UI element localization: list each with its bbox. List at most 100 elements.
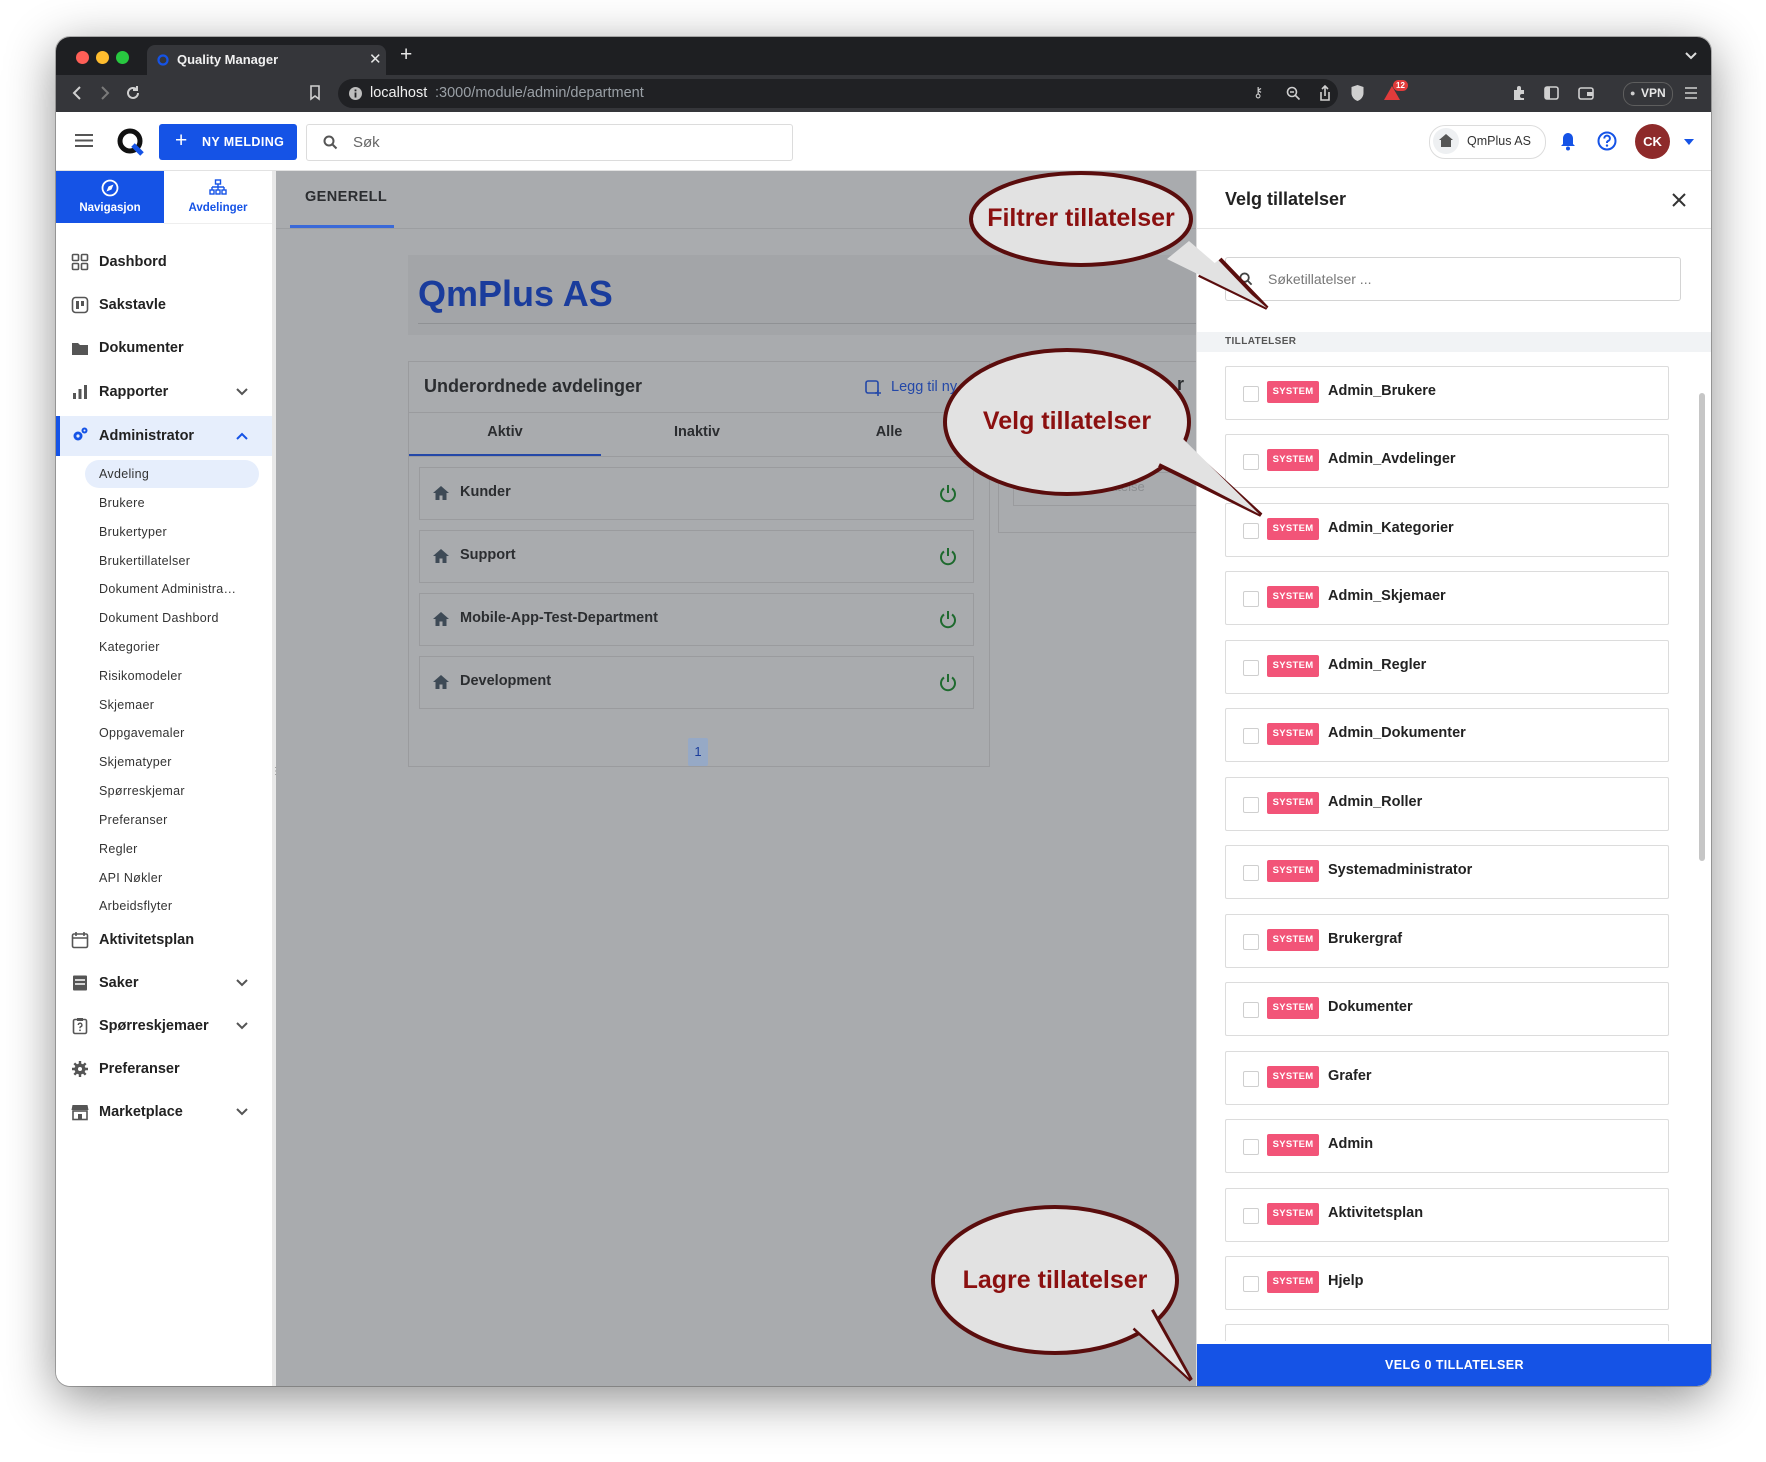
permission-item[interactable]: SYSTEM Admin_Kategorier: [1225, 503, 1669, 557]
sidebar-toggle-icon[interactable]: [1544, 86, 1559, 100]
back-icon[interactable]: [72, 86, 82, 100]
permission-list-scrollbar[interactable]: [1699, 393, 1705, 861]
sidebar-item-saker[interactable]: Saker: [56, 964, 272, 1002]
permission-checkbox[interactable]: [1243, 865, 1259, 881]
site-info-icon[interactable]: [348, 86, 363, 101]
sidebar-sub-item[interactable]: Dokument Administra…: [99, 582, 236, 596]
wallet-icon[interactable]: [1578, 86, 1594, 100]
extensions-icon[interactable]: [1511, 85, 1527, 101]
bookmark-icon[interactable]: [309, 85, 321, 101]
permission-checkbox[interactable]: [1243, 934, 1259, 950]
permission-checkbox[interactable]: [1243, 660, 1259, 676]
tab-list-chevron-icon[interactable]: [1685, 52, 1697, 60]
help-icon[interactable]: [1597, 131, 1617, 151]
sidebar-sub-item[interactable]: Skjemaer: [99, 698, 154, 712]
bell-icon[interactable]: [1560, 132, 1576, 151]
sidebar-item-preferanser[interactable]: Preferanser: [56, 1050, 272, 1088]
department-row[interactable]: Development: [419, 656, 974, 709]
account-dropdown-icon[interactable]: [1684, 139, 1694, 145]
permission-list[interactable]: SYSTEM Admin_Brukere SYSTEM Admin_Avdeling…: [1197, 356, 1711, 1341]
permission-checkbox[interactable]: [1243, 1139, 1259, 1155]
permission-item[interactable]: SYSTEM Brukergraf: [1225, 914, 1669, 968]
permission-item[interactable]: SYSTEM Admin_Avdelinger: [1225, 434, 1669, 488]
chevron-down-icon[interactable]: [236, 1108, 248, 1116]
permission-checkbox[interactable]: [1243, 1002, 1259, 1018]
filter-tab-inaktiv[interactable]: Inaktiv: [601, 424, 793, 440]
sidebar-sub-item[interactable]: Preferanser: [99, 813, 168, 827]
permission-item[interactable]: SYSTEM Hjelp: [1225, 1256, 1669, 1310]
filter-tab-aktiv[interactable]: Aktiv: [409, 424, 601, 440]
sidebar-item-rapporter[interactable]: Rapporter: [56, 373, 272, 411]
permission-checkbox[interactable]: [1243, 1071, 1259, 1087]
sidebar-sub-item[interactable]: Kategorier: [99, 640, 160, 654]
permission-item-partial[interactable]: [1225, 1324, 1669, 1341]
power-icon[interactable]: [939, 547, 957, 566]
sidebar-sub-item[interactable]: Skjematyper: [99, 755, 172, 769]
key-icon[interactable]: ⚷: [1253, 84, 1263, 101]
sidebar-sub-item[interactable]: Brukere: [99, 496, 145, 510]
department-row[interactable]: Support: [419, 530, 974, 583]
sidebar-sub-item[interactable]: Risikomodeler: [99, 669, 182, 683]
reload-icon[interactable]: [125, 85, 141, 101]
tab-close-icon[interactable]: ✕: [369, 50, 382, 68]
sidebar-sub-item[interactable]: Avdeling: [99, 467, 149, 481]
sidebar-sub-item[interactable]: Arbeidsflyter: [99, 899, 172, 913]
minimize-window-button[interactable]: [96, 51, 109, 64]
sidebar-item-dokumenter[interactable]: Dokumenter: [56, 329, 272, 367]
tab-general[interactable]: GENERELL: [305, 189, 387, 205]
permission-checkbox[interactable]: [1243, 591, 1259, 607]
browser-tab[interactable]: Quality Manager ✕: [147, 45, 386, 75]
new-message-button[interactable]: + NY MELDING: [159, 124, 297, 160]
sidebar-sub-item[interactable]: Brukertyper: [99, 525, 167, 539]
sidebar-sub-item[interactable]: Oppgavemaler: [99, 726, 185, 740]
vpn-button[interactable]: ● VPN: [1623, 82, 1673, 106]
brave-shield-icon[interactable]: [1350, 84, 1365, 102]
permission-item[interactable]: SYSTEM Dokumenter: [1225, 982, 1669, 1036]
power-icon[interactable]: [939, 673, 957, 692]
sidebar-item-marketplace[interactable]: Marketplace: [56, 1093, 272, 1131]
chevron-down-icon[interactable]: [236, 388, 248, 396]
permission-item[interactable]: SYSTEM Grafer: [1225, 1051, 1669, 1105]
sidebar-sub-item[interactable]: Spørreskjemar: [99, 784, 185, 798]
department-row[interactable]: Kunder: [419, 467, 974, 520]
sidebar-sub-item[interactable]: Brukertillatelser: [99, 554, 190, 568]
permission-item[interactable]: SYSTEM Admin_Brukere: [1225, 366, 1669, 420]
power-icon[interactable]: [939, 610, 957, 629]
permission-checkbox[interactable]: [1243, 797, 1259, 813]
permission-item[interactable]: SYSTEM Systemadministrator: [1225, 845, 1669, 899]
sidebar-sub-item[interactable]: API Nøkler: [99, 871, 162, 885]
global-search-input[interactable]: Søk: [306, 124, 793, 161]
permission-item[interactable]: SYSTEM Admin_Dokumenter: [1225, 708, 1669, 762]
chevron-up-icon[interactable]: [236, 432, 248, 440]
forward-icon[interactable]: [100, 86, 110, 100]
org-selector[interactable]: QmPlus AS: [1429, 125, 1546, 159]
qmplus-logo-icon[interactable]: [116, 127, 146, 157]
permission-item[interactable]: SYSTEM Admin_Skjemaer: [1225, 571, 1669, 625]
sidebar-item-dashboard[interactable]: Dashbord: [56, 243, 272, 281]
close-icon[interactable]: [1672, 193, 1686, 207]
avatar[interactable]: CK: [1635, 124, 1670, 159]
maximize-window-button[interactable]: [116, 51, 129, 64]
browser-menu-icon[interactable]: [1684, 87, 1698, 99]
pagination-page[interactable]: 1: [688, 738, 708, 766]
permission-checkbox[interactable]: [1243, 728, 1259, 744]
sidebar-item-sakstavle[interactable]: Sakstavle: [56, 286, 272, 324]
address-bar[interactable]: localhost:3000/module/admin/department ⚷…: [338, 79, 1408, 108]
permission-search-input[interactable]: Søketillatelser ...: [1225, 257, 1681, 301]
permission-item[interactable]: SYSTEM Aktivitetsplan: [1225, 1188, 1669, 1242]
zoom-icon[interactable]: [1286, 86, 1301, 101]
share-icon[interactable]: [1318, 85, 1332, 102]
sidebar-item-administrator[interactable]: Administrator: [56, 416, 272, 456]
tab-navigation[interactable]: Navigasjon: [56, 171, 164, 223]
tab-departments[interactable]: Avdelinger: [164, 171, 272, 224]
chevron-down-icon[interactable]: [236, 1022, 248, 1030]
close-window-button[interactable]: [76, 51, 89, 64]
department-row[interactable]: Mobile-App-Test-Department: [419, 593, 974, 646]
permission-item[interactable]: SYSTEM Admin: [1225, 1119, 1669, 1173]
chevron-down-icon[interactable]: [236, 979, 248, 987]
sidebar-sub-item[interactable]: Regler: [99, 842, 138, 856]
sidebar-item-sporreskjemaer[interactable]: Spørreskjemaer: [56, 1007, 272, 1045]
sidebar-item-aktivitetsplan[interactable]: Aktivitetsplan: [56, 921, 272, 959]
hamburger-menu-icon[interactable]: [74, 133, 94, 148]
sidebar-sub-item[interactable]: Dokument Dashbord: [99, 611, 219, 625]
